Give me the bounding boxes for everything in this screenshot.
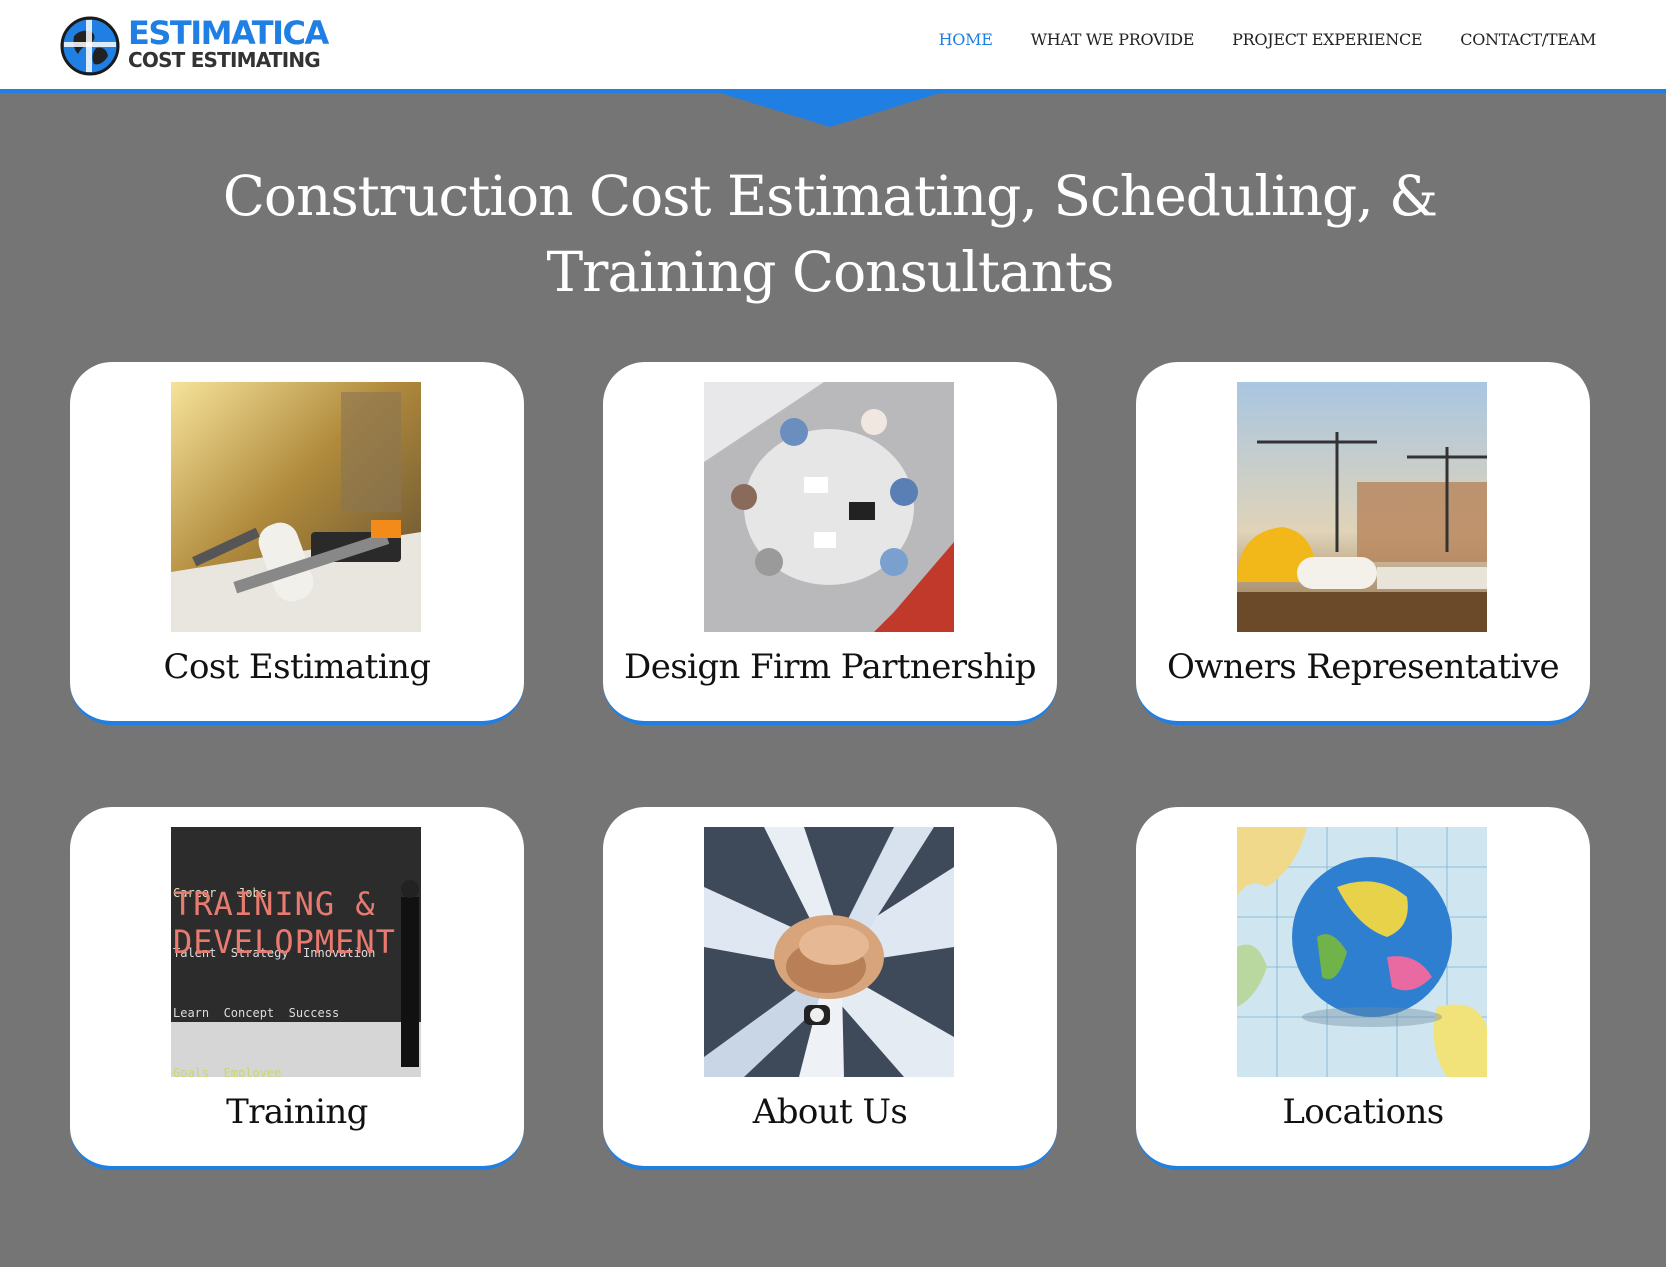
logo-tagline: COST ESTIMATING bbox=[128, 48, 321, 72]
card-cost-estimating[interactable]: Cost Estimating bbox=[70, 362, 524, 725]
main-nav: HOME WHAT WE PROVIDE PROJECT EXPERIENCE … bbox=[901, 30, 1597, 49]
card-label: Cost Estimating bbox=[163, 647, 432, 687]
card-label: Training bbox=[226, 1092, 368, 1132]
card-about-us[interactable]: About Us bbox=[603, 807, 1057, 1170]
logo-wordmark: ESTIMATICA bbox=[128, 14, 329, 52]
card-label: Design Firm Partnership bbox=[624, 647, 1037, 687]
stacked-hands-image bbox=[704, 827, 954, 1077]
card-label: About Us bbox=[752, 1092, 908, 1132]
header-notch bbox=[720, 93, 940, 127]
chalkboard-text-bottom: Learn Concept Success Goals Employee bbox=[173, 1006, 340, 1077]
nav-home[interactable]: HOME bbox=[939, 30, 993, 49]
chalkboard-headline: TRAINING & DEVELOPMENT bbox=[173, 885, 396, 961]
hardhat-cranes-image bbox=[1237, 382, 1487, 632]
card-label: Locations bbox=[1282, 1092, 1444, 1132]
globe-logo-icon bbox=[60, 16, 120, 76]
nav-contact-team[interactable]: CONTACT/TEAM bbox=[1460, 30, 1596, 49]
site-header: ESTIMATICA COST ESTIMATING HOME WHAT WE … bbox=[0, 0, 1666, 93]
construction-tools-image bbox=[171, 382, 421, 632]
training-chalkboard-image: Career Jobs Talent Strategy Innovation T… bbox=[171, 827, 421, 1077]
nav-what-we-provide[interactable]: WHAT WE PROVIDE bbox=[1031, 30, 1195, 49]
globe-map-image bbox=[1237, 827, 1487, 1077]
card-owners-representative[interactable]: Owners Representative bbox=[1136, 362, 1590, 725]
team-meeting-image bbox=[704, 382, 954, 632]
card-training[interactable]: Career Jobs Talent Strategy Innovation T… bbox=[70, 807, 524, 1170]
card-locations[interactable]: Locations bbox=[1136, 807, 1590, 1170]
card-design-firm-partnership[interactable]: Design Firm Partnership bbox=[603, 362, 1057, 725]
page-title: Construction Cost Estimating, Scheduling… bbox=[222, 164, 1438, 304]
nav-project-experience[interactable]: PROJECT EXPERIENCE bbox=[1232, 30, 1422, 49]
card-label: Owners Representative bbox=[1166, 647, 1560, 687]
site-logo[interactable]: ESTIMATICA COST ESTIMATING bbox=[60, 14, 329, 78]
